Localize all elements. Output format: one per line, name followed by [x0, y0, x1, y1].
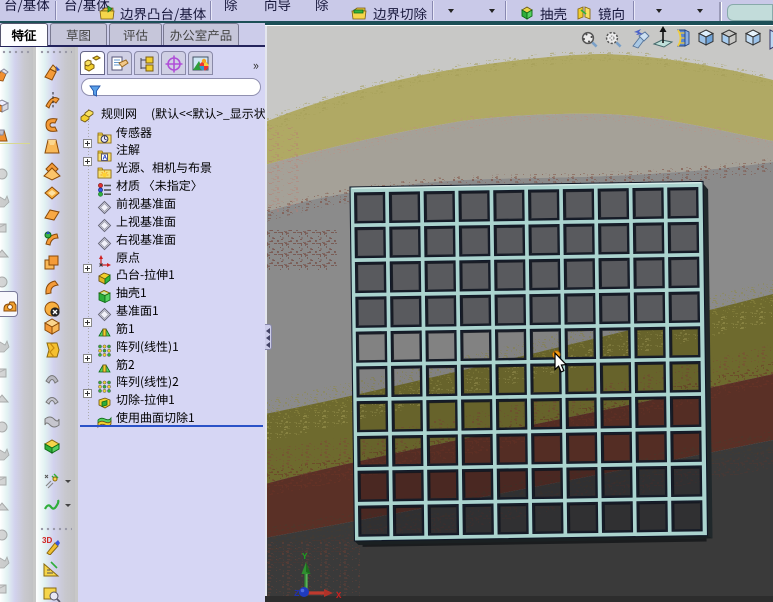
svg-text:X: X: [336, 591, 342, 601]
svg-text:Y: Y: [302, 552, 308, 562]
svg-text:3D: 3D: [42, 536, 52, 545]
svg-text:Z: Z: [294, 589, 299, 599]
